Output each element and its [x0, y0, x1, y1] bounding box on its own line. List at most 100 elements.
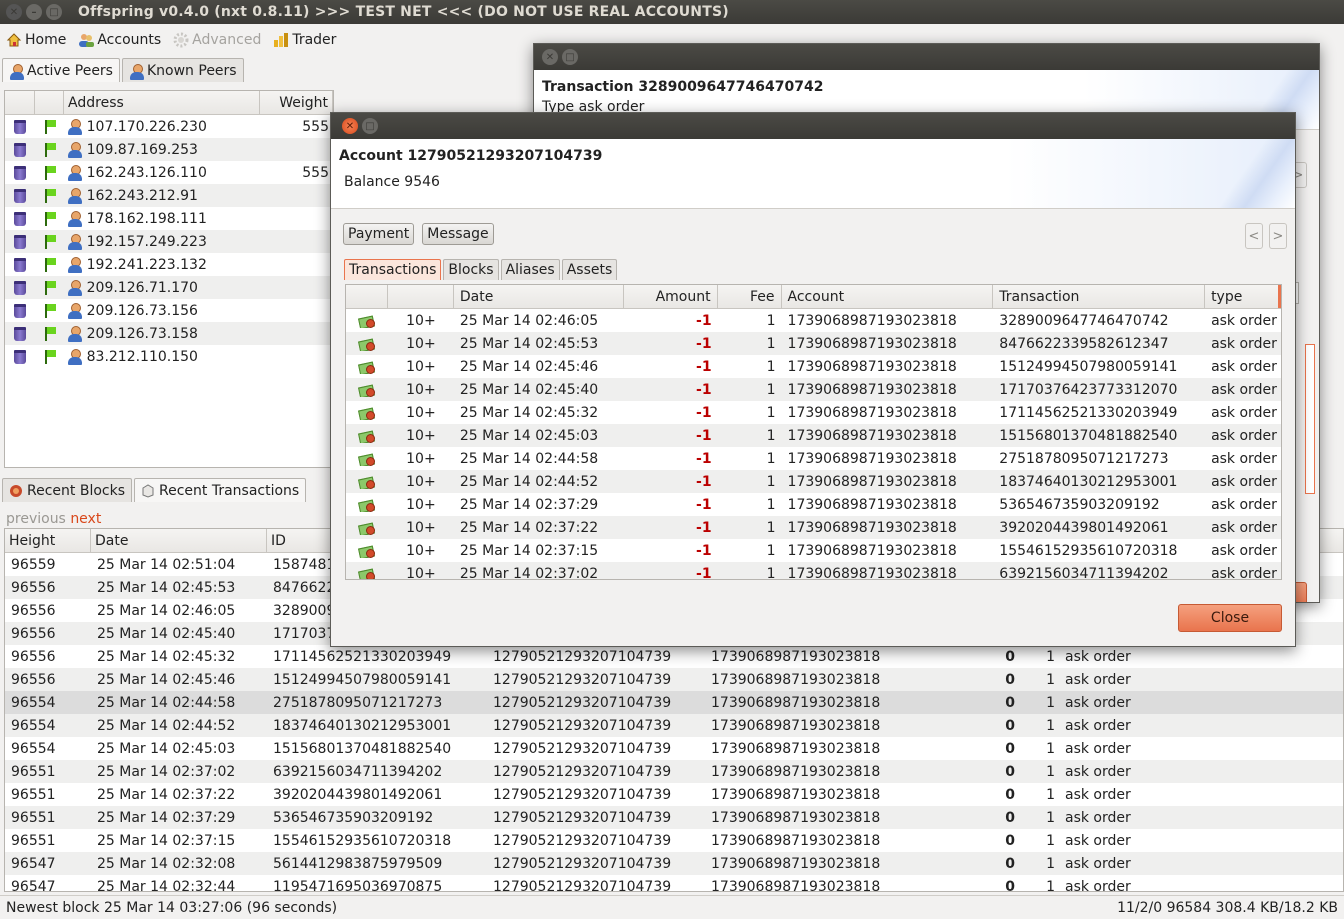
- peer-flag-cell[interactable]: [35, 165, 65, 180]
- peer-delete-cell[interactable]: [5, 280, 35, 295]
- message-button[interactable]: Message: [422, 223, 494, 245]
- transaction-dialog-maximize-button[interactable]: □: [562, 49, 578, 65]
- tab-assets[interactable]: Assets: [561, 259, 618, 280]
- table-row[interactable]: 96556 25 Mar 14 02:45:32 17114562521330203…: [5, 645, 1343, 668]
- col-icon[interactable]: [346, 285, 388, 308]
- col-date[interactable]: Date: [454, 285, 624, 308]
- peer-row[interactable]: 162.243.126.110 555: [5, 161, 333, 184]
- table-row[interactable]: 10+ 25 Mar 14 02:45:32 -1 1 1739068987193023…: [346, 401, 1281, 424]
- table-row[interactable]: 96551 25 Mar 14 02:37:02 63921560347113942…: [5, 760, 1343, 783]
- table-row[interactable]: 96547 25 Mar 14 02:32:44 11954716950369708…: [5, 875, 1343, 892]
- col-fee[interactable]: Fee: [718, 285, 782, 308]
- peer-flag-cell[interactable]: [35, 257, 65, 272]
- table-row[interactable]: 10+ 25 Mar 14 02:37:02 -1 1 1739068987193023…: [346, 562, 1281, 579]
- trash-icon[interactable]: [13, 211, 26, 226]
- table-row[interactable]: 10+ 25 Mar 14 02:37:15 -1 1 1739068987193023…: [346, 539, 1281, 562]
- window-close-button[interactable]: ✕: [6, 4, 22, 20]
- peer-flag-cell[interactable]: [35, 119, 65, 134]
- table-row[interactable]: 10+ 25 Mar 14 02:45:40 -1 1 1739068987193023…: [346, 378, 1281, 401]
- tab-recent-transactions[interactable]: Recent Transactions: [134, 478, 307, 502]
- peer-delete-cell[interactable]: [5, 234, 35, 249]
- trash-icon[interactable]: [13, 349, 26, 364]
- peer-flag-cell[interactable]: [35, 349, 65, 364]
- tab-transactions[interactable]: Transactions: [344, 259, 442, 280]
- peers-col-weight[interactable]: Weight: [260, 91, 333, 114]
- peer-delete-cell[interactable]: [5, 188, 35, 203]
- table-row[interactable]: 96551 25 Mar 14 02:37:15 15546152935610720…: [5, 829, 1343, 852]
- peer-row[interactable]: 209.126.73.156: [5, 299, 333, 322]
- peer-row[interactable]: 192.157.249.223: [5, 230, 333, 253]
- col-account[interactable]: Account: [782, 285, 994, 308]
- next-link[interactable]: next: [70, 511, 101, 527]
- peer-flag-cell[interactable]: [35, 326, 65, 341]
- table-row[interactable]: 96556 25 Mar 14 02:45:46 15124994507980059…: [5, 668, 1343, 691]
- trash-icon[interactable]: [13, 326, 26, 341]
- table-row[interactable]: 96554 25 Mar 14 02:45:03 15156801370481882…: [5, 737, 1343, 760]
- table-row[interactable]: 10+ 25 Mar 14 02:45:03 -1 1 1739068987193023…: [346, 424, 1281, 447]
- peer-delete-cell[interactable]: [5, 119, 35, 134]
- peer-flag-cell[interactable]: [35, 188, 65, 203]
- trash-icon[interactable]: [13, 257, 26, 272]
- table-row[interactable]: 96554 25 Mar 14 02:44:58 27518780950712172…: [5, 691, 1343, 714]
- recent-col-date[interactable]: Date: [91, 529, 267, 552]
- peer-flag-cell[interactable]: [35, 303, 65, 318]
- peer-delete-cell[interactable]: [5, 165, 35, 180]
- peer-delete-cell[interactable]: [5, 326, 35, 341]
- table-row[interactable]: 96551 25 Mar 14 02:37:29 53654673590320919…: [5, 806, 1343, 829]
- table-row[interactable]: 10+ 25 Mar 14 02:45:46 -1 1 1739068987193023…: [346, 355, 1281, 378]
- table-row[interactable]: 10+ 25 Mar 14 02:37:29 -1 1 1739068987193023…: [346, 493, 1281, 516]
- tab-recent-blocks[interactable]: Recent Blocks: [2, 478, 132, 502]
- tab-blocks[interactable]: Blocks: [443, 259, 499, 280]
- previous-link[interactable]: previous: [6, 511, 66, 527]
- table-row[interactable]: 96554 25 Mar 14 02:44:52 18374640130212953…: [5, 714, 1343, 737]
- trash-icon[interactable]: [13, 165, 26, 180]
- peers-col-address[interactable]: Address: [64, 91, 260, 114]
- menu-accounts[interactable]: Accounts: [72, 32, 167, 48]
- transaction-dialog-scroll[interactable]: [1305, 344, 1315, 494]
- col-transaction[interactable]: Transaction: [993, 285, 1206, 308]
- menu-advanced[interactable]: Advanced: [167, 32, 267, 48]
- trash-icon[interactable]: [13, 234, 26, 249]
- menu-home[interactable]: Home: [0, 32, 72, 48]
- peers-col-flag[interactable]: [35, 91, 65, 114]
- trash-icon[interactable]: [13, 119, 26, 134]
- peer-row[interactable]: 107.170.226.230 555: [5, 115, 333, 138]
- table-row[interactable]: 96547 25 Mar 14 02:32:08 56144129838759795…: [5, 852, 1343, 875]
- col-amount[interactable]: Amount: [624, 285, 718, 308]
- peer-row[interactable]: 83.212.110.150: [5, 345, 333, 368]
- peer-flag-cell[interactable]: [35, 142, 65, 157]
- peer-row[interactable]: 109.87.169.253: [5, 138, 333, 161]
- col-confirmations[interactable]: [388, 285, 454, 308]
- menu-trader[interactable]: Trader: [267, 32, 342, 48]
- peer-delete-cell[interactable]: [5, 211, 35, 226]
- account-dialog-maximize-button[interactable]: □: [362, 118, 378, 134]
- peer-delete-cell[interactable]: [5, 142, 35, 157]
- peer-row[interactable]: 178.162.198.111: [5, 207, 333, 230]
- recent-col-height[interactable]: Height: [5, 529, 91, 552]
- peer-flag-cell[interactable]: [35, 280, 65, 295]
- window-minimize-button[interactable]: –: [26, 4, 42, 20]
- table-row[interactable]: 96551 25 Mar 14 02:37:22 39202044398014920…: [5, 783, 1343, 806]
- tab-aliases[interactable]: Aliases: [500, 259, 560, 280]
- tab-active-peers[interactable]: Active Peers: [2, 58, 120, 82]
- close-button[interactable]: Close: [1178, 604, 1282, 632]
- peer-flag-cell[interactable]: [35, 234, 65, 249]
- table-row[interactable]: 10+ 25 Mar 14 02:46:05 -1 1 1739068987193023…: [346, 309, 1281, 332]
- table-row[interactable]: 10+ 25 Mar 14 02:44:52 -1 1 1739068987193023…: [346, 470, 1281, 493]
- peer-row[interactable]: 209.126.73.158: [5, 322, 333, 345]
- trash-icon[interactable]: [13, 188, 26, 203]
- peer-delete-cell[interactable]: [5, 303, 35, 318]
- next-button[interactable]: >: [1269, 223, 1287, 249]
- trash-icon[interactable]: [13, 303, 26, 318]
- peer-delete-cell[interactable]: [5, 257, 35, 272]
- account-dialog-close-icon[interactable]: ✕: [342, 118, 358, 134]
- col-type[interactable]: type: [1205, 285, 1281, 308]
- trash-icon[interactable]: [13, 280, 26, 295]
- prev-button[interactable]: <: [1245, 223, 1263, 249]
- peers-col-delete[interactable]: [5, 91, 35, 114]
- table-row[interactable]: 10+ 25 Mar 14 02:45:53 -1 1 1739068987193023…: [346, 332, 1281, 355]
- tab-known-peers[interactable]: Known Peers: [121, 58, 244, 82]
- peer-row[interactable]: 162.243.212.91: [5, 184, 333, 207]
- trash-icon[interactable]: [13, 142, 26, 157]
- peer-flag-cell[interactable]: [35, 211, 65, 226]
